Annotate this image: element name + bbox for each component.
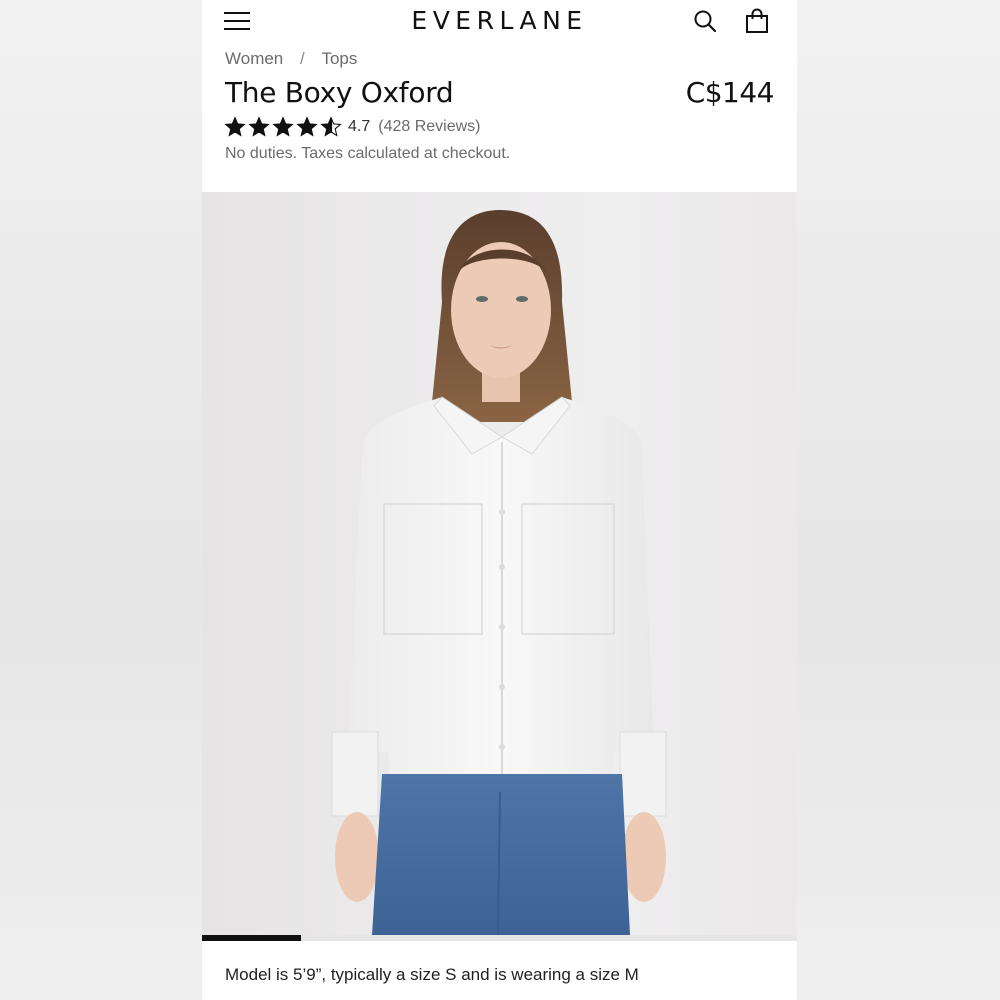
shopping-bag-icon[interactable]: [745, 8, 769, 34]
model-size-note: Model is 5’9”, typically a size S and is…: [225, 965, 639, 984]
review-count-link[interactable]: (428 Reviews): [378, 118, 480, 136]
search-icon[interactable]: [693, 9, 717, 33]
star-icon: [272, 116, 294, 137]
star-icon: [248, 116, 270, 137]
breadcrumb: Women / Tops: [225, 49, 357, 69]
product-page: EVERLANE Women / Tops The Boxy Oxford C$…: [202, 0, 797, 1000]
duties-note: No duties. Taxes calculated at checkout.: [225, 145, 511, 162]
gallery-progress-bar: [202, 935, 797, 941]
product-title: The Boxy Oxford: [225, 76, 454, 109]
product-photo[interactable]: [202, 192, 797, 935]
background-blur-right: [797, 0, 1000, 1000]
rating-summary[interactable]: 4.7 (428 Reviews): [224, 116, 481, 138]
product-price: C$144: [685, 76, 775, 109]
star-icon: [224, 116, 246, 137]
gallery-progress-fill: [202, 935, 301, 941]
top-navigation-bar: EVERLANE: [202, 0, 797, 44]
breadcrumb-separator: /: [300, 49, 305, 68]
breadcrumb-women[interactable]: Women: [225, 49, 283, 69]
star-icon: [296, 116, 318, 137]
rating-value: 4.7: [348, 118, 371, 135]
star-icon: [320, 116, 342, 137]
breadcrumb-tops[interactable]: Tops: [321, 49, 357, 69]
model-photo-illustration: [331, 210, 667, 935]
background-blur-left: [0, 0, 202, 1000]
star-rating: [224, 116, 344, 138]
